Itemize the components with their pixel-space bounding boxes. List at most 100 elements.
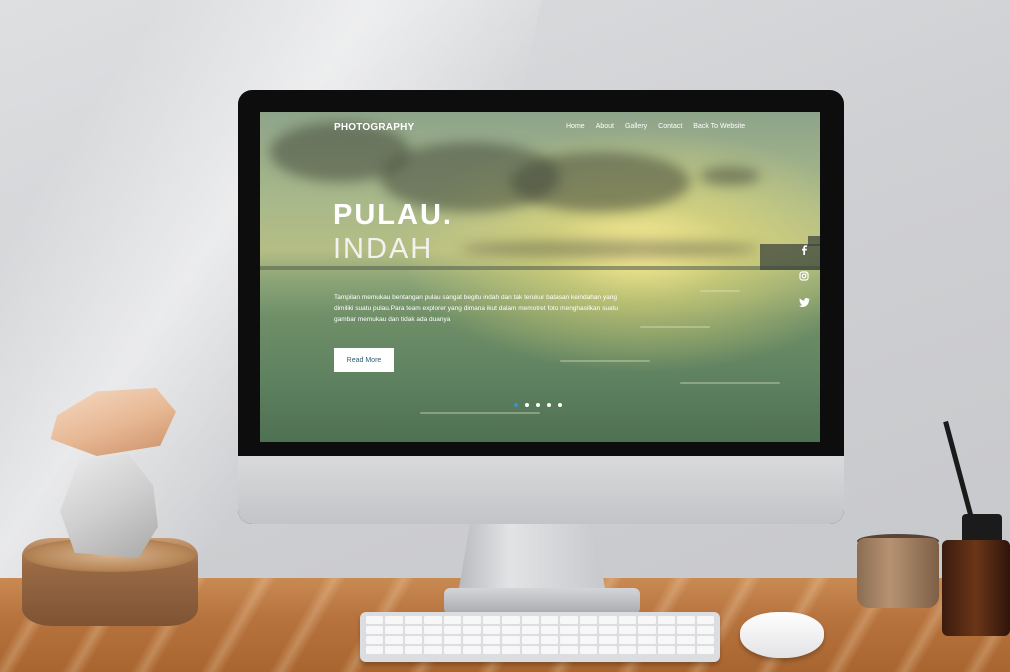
- keyboard-key: [599, 616, 617, 624]
- slider-dots: [514, 403, 562, 407]
- keyboard-key: [463, 616, 481, 624]
- wave: [560, 360, 650, 362]
- twitter-icon[interactable]: [798, 296, 810, 308]
- keyboard-key: [424, 626, 442, 634]
- keyboard-key: [696, 636, 714, 644]
- keyboard-key: [463, 636, 481, 644]
- keyboard-key: [521, 646, 539, 654]
- hero-description: Tampilan memukau bentangan pulau sangat …: [334, 294, 618, 323]
- keyboard-key: [482, 646, 501, 654]
- read-more-button[interactable]: Read More: [334, 348, 394, 372]
- keyboard-key: [541, 626, 559, 634]
- keyboard: [360, 612, 720, 662]
- keyboard-key: [657, 616, 676, 624]
- keyboard-key: [424, 646, 442, 654]
- keyboard-key: [638, 636, 656, 644]
- keyboard-key: [657, 626, 676, 634]
- hero-subtitle: INDAH: [333, 233, 434, 265]
- keyboard-key: [696, 616, 714, 624]
- keyboard-key: [657, 646, 676, 654]
- slider-dot[interactable]: [558, 403, 562, 407]
- keyboard-key: [404, 616, 423, 624]
- keyboard-key: [385, 636, 403, 644]
- cloud: [510, 152, 690, 212]
- keyboard-key: [579, 646, 598, 654]
- keyboard-key: [599, 626, 617, 634]
- keyboard-key: [638, 626, 656, 634]
- keyboard-key: [366, 626, 384, 634]
- keyboard-key: [618, 646, 637, 654]
- nav-menu: Home About Gallery Contact Back To Websi…: [566, 123, 745, 130]
- slider-dot[interactable]: [525, 403, 529, 407]
- pen: [943, 420, 975, 523]
- slider-dot[interactable]: [547, 403, 551, 407]
- instagram-icon[interactable]: [798, 270, 810, 282]
- keyboard-key: [385, 616, 403, 624]
- nav-gallery[interactable]: Gallery: [625, 123, 647, 130]
- cloud-band: [460, 240, 760, 258]
- keyboard-key: [443, 636, 462, 644]
- keyboard-key: [638, 616, 656, 624]
- keyboard-key: [424, 616, 442, 624]
- monitor: PHOTOGRAPHY Home About Gallery Contact B…: [238, 90, 844, 524]
- monitor-stand-neck: [458, 524, 606, 594]
- keyboard-key: [385, 626, 403, 634]
- keyboard-key: [541, 646, 559, 654]
- keyboard-key: [618, 636, 637, 644]
- keyboard-key: [482, 616, 501, 624]
- website-screen: PHOTOGRAPHY Home About Gallery Contact B…: [260, 112, 820, 442]
- keyboard-key: [657, 636, 676, 644]
- nav-contact[interactable]: Contact: [658, 123, 682, 130]
- wave: [420, 412, 540, 414]
- keyboard-key: [366, 616, 384, 624]
- keyboard-key: [424, 636, 442, 644]
- horizon: [260, 266, 820, 270]
- slider-dot[interactable]: [536, 403, 540, 407]
- keyboard-key: [404, 626, 423, 634]
- keyboard-key: [463, 626, 481, 634]
- keyboard-key: [579, 616, 598, 624]
- keyboard-key: [638, 646, 656, 654]
- keyboard-key: [502, 636, 520, 644]
- mouse: [740, 612, 824, 658]
- keyboard-key: [677, 636, 695, 644]
- cloud: [700, 167, 760, 185]
- keyboard-key: [482, 626, 501, 634]
- nav-home[interactable]: Home: [566, 123, 585, 130]
- keyboard-key: [521, 636, 539, 644]
- keyboard-key: [560, 646, 578, 654]
- keyboard-key: [579, 626, 598, 634]
- keyboard-key: [579, 636, 598, 644]
- keyboard-key: [677, 626, 695, 634]
- keyboard-key: [696, 646, 714, 654]
- keyboard-key: [560, 616, 578, 624]
- keyboard-key: [677, 646, 695, 654]
- keyboard-key: [482, 636, 501, 644]
- keyboard-key: [541, 636, 559, 644]
- keyboard-key: [502, 626, 520, 634]
- keyboard-key: [443, 626, 462, 634]
- keyboard-key: [366, 646, 384, 654]
- keyboard-key: [696, 626, 714, 634]
- slider-dot[interactable]: [514, 403, 518, 407]
- nav-about[interactable]: About: [596, 123, 614, 130]
- keyboard-key: [463, 646, 481, 654]
- amber-jar: [942, 540, 1010, 636]
- wooden-cup: [857, 538, 939, 608]
- city-silhouette: [760, 244, 820, 270]
- keyboard-key: [502, 646, 520, 654]
- keyboard-key: [404, 636, 423, 644]
- wave: [640, 326, 710, 328]
- facebook-icon[interactable]: [798, 244, 810, 256]
- hero-title: PULAU.: [333, 199, 453, 231]
- nav-back-to-website[interactable]: Back To Website: [693, 123, 745, 130]
- wave: [700, 290, 740, 292]
- site-brand[interactable]: PHOTOGRAPHY: [334, 122, 414, 133]
- keyboard-key: [502, 616, 520, 624]
- monitor-chin: [238, 456, 844, 524]
- keyboard-key: [521, 626, 539, 634]
- wave: [680, 382, 780, 384]
- keyboard-key: [560, 636, 578, 644]
- keyboard-key: [618, 626, 637, 634]
- keyboard-key: [443, 646, 462, 654]
